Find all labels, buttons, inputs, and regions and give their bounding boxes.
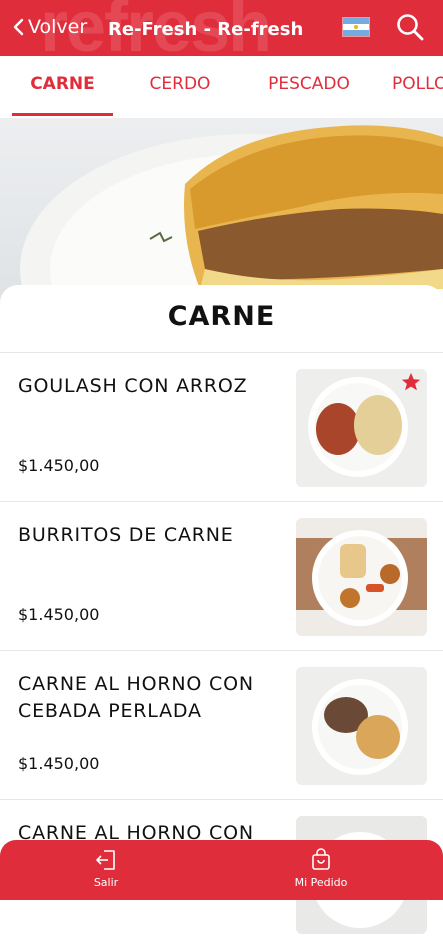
category-tabs: CARNE CERDO PESCADO POLLO [0, 56, 443, 119]
menu-item-name: CARNE AL HORNO CON CEBADA PERLADA [18, 673, 254, 722]
menu-item-price: $1.450,00 [18, 456, 100, 475]
menu-item-price: $1.450,00 [18, 605, 100, 624]
favorite-star-icon[interactable] [400, 371, 422, 393]
menu-item-image [296, 518, 427, 636]
menu-item[interactable]: BURRITOS DE CARNE $1.450,00 [0, 501, 443, 650]
page-title: Re-Fresh - Re-fresh [108, 19, 304, 40]
my-order-label: Mi Pedido [294, 876, 348, 889]
back-label: Volver [28, 16, 88, 38]
burritos-dish-photo [296, 518, 427, 636]
chevron-left-icon [13, 18, 24, 36]
shopping-bag-icon [312, 848, 330, 870]
hero-food-photo [20, 125, 443, 309]
tab-pescado[interactable]: PESCADO [250, 56, 368, 118]
tab-cerdo[interactable]: CERDO [130, 56, 230, 118]
logout-icon [96, 850, 115, 870]
exit-button[interactable]: Salir [46, 848, 166, 889]
bottom-navigation: Salir Mi Pedido [0, 840, 443, 900]
menu-item-name: BURRITOS DE CARNE [18, 524, 234, 546]
menu-item-image [296, 667, 427, 785]
menu-section: CARNE GOULASH CON ARROZ $1.450,00 BURRIT… [0, 285, 443, 934]
menu-item-price: $1.450,00 [18, 754, 100, 773]
tab-carne[interactable]: CARNE [12, 56, 113, 118]
back-button[interactable]: Volver [12, 16, 87, 38]
section-title: CARNE [167, 301, 276, 332]
category-hero-image [0, 119, 443, 309]
search-icon[interactable] [395, 12, 425, 42]
carne-cebada-dish-photo [296, 667, 427, 785]
menu-item[interactable]: GOULASH CON ARROZ $1.450,00 [0, 352, 443, 501]
exit-label: Salir [93, 876, 119, 889]
my-order-button[interactable]: Mi Pedido [261, 848, 381, 889]
menu-item[interactable]: CARNE AL HORNO CON CEBADA PERLADA $1.450… [0, 650, 443, 799]
tab-pollo[interactable]: POLLO [392, 56, 443, 118]
top-app-bar: refresh Volver Re-Fresh - Re-fresh [0, 0, 443, 56]
menu-item-name: GOULASH CON ARROZ [18, 375, 248, 397]
argentina-flag-icon[interactable] [342, 17, 370, 37]
menu-item-image [296, 369, 427, 487]
